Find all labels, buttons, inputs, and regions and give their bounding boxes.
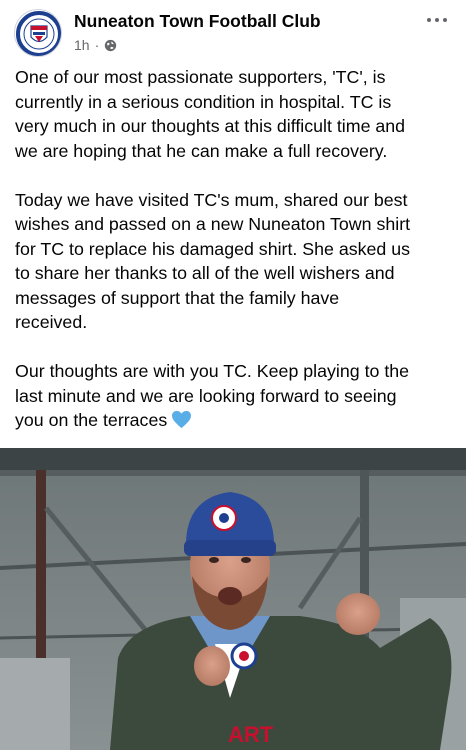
text-line: messages of support that the family have <box>15 287 340 308</box>
post-timestamp[interactable]: 1h <box>74 37 90 53</box>
post-paragraph: Our thoughts are with you TC. Keep playi… <box>15 359 455 433</box>
text-line: you on the terraces <box>15 408 455 433</box>
post-meta: 1h · <box>74 37 117 53</box>
post-paragraph: One of our most passionate supporters, '… <box>15 65 455 163</box>
globe-icon <box>105 39 117 51</box>
post-text: One of our most passionate supporters, '… <box>15 65 455 433</box>
shirt-text: ART <box>228 722 274 747</box>
post-paragraph: Today we have visited TC's mum, shared o… <box>15 188 455 335</box>
meta-separator: · <box>94 37 100 53</box>
text-line: wishes and passed on a new Nuneaton Town… <box>15 214 411 234</box>
text-line: Our thoughts are with you TC. Keep playi… <box>15 361 410 381</box>
page-avatar[interactable] <box>14 9 62 57</box>
text-line: to share her thanks to all of the well w… <box>15 263 395 283</box>
blue-heart-icon <box>172 410 192 429</box>
text-line: currently in a serious condition in hosp… <box>15 91 392 112</box>
last-line-text: you on the terraces <box>15 410 168 430</box>
more-options-icon[interactable] <box>420 10 454 30</box>
club-crest-logo <box>16 11 61 56</box>
text-line: last minute and we are looking forward t… <box>15 385 397 406</box>
post-photo[interactable]: ART <box>0 448 466 750</box>
text-line: we are hoping that he can make a full re… <box>15 140 388 161</box>
supporter-photo: ART <box>0 448 466 750</box>
text-line: received. <box>15 312 88 332</box>
text-line: One of our most passionate supporters, '… <box>15 67 386 87</box>
post-header: Nuneaton Town Football Club 1h · <box>0 0 466 62</box>
text-line: very much in our thoughts at this diffic… <box>15 116 406 136</box>
text-line: Today we have visited TC's mum, shared o… <box>15 189 408 210</box>
text-line: for TC to replace his damaged shirt. She… <box>15 238 411 259</box>
page-name[interactable]: Nuneaton Town Football Club <box>74 11 321 32</box>
